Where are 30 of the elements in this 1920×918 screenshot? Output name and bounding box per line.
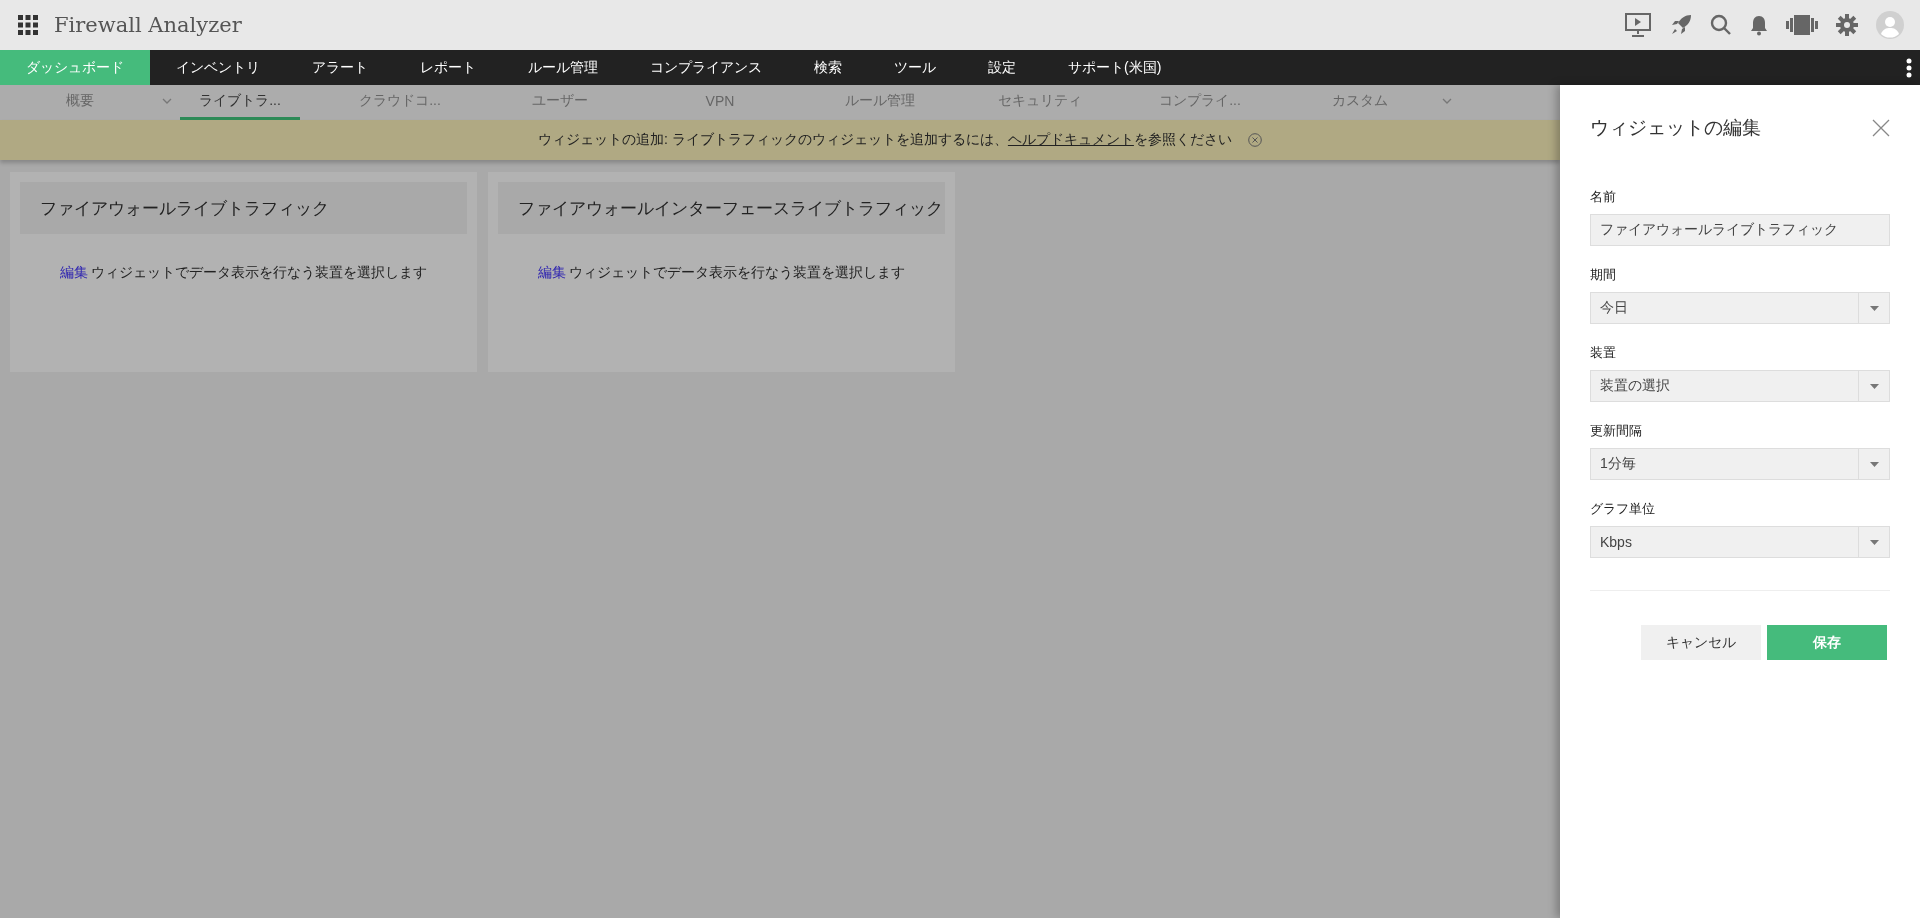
dropdown-field[interactable]: 1分毎 [1590, 448, 1890, 480]
field-label: 更新間隔 [1590, 422, 1642, 440]
nav-tab[interactable]: レポート [394, 50, 502, 85]
nav-tab[interactable]: アラート [286, 50, 394, 85]
input-field[interactable]: ファイアウォールライブトラフィック [1590, 214, 1890, 246]
nav-tab[interactable]: コンプライアンス [624, 50, 788, 85]
nav-tab[interactable]: サポート(米国) [1042, 50, 1188, 85]
nav-tab[interactable]: ツール [868, 50, 962, 85]
field-label: 装置 [1590, 344, 1616, 362]
edit-link[interactable]: 編集 [59, 264, 88, 280]
nav-tab[interactable]: インベントリ [150, 50, 286, 85]
widget-title: ファイアウォールライブトラフィック [20, 182, 467, 234]
field-label: 期間 [1590, 266, 1616, 284]
cancel-button[interactable]: キャンセル [1641, 625, 1761, 660]
dropdown-field[interactable]: 今日 [1590, 292, 1890, 324]
nav-tab[interactable]: 検索 [788, 50, 868, 85]
app-title: Firewall Analyzer [54, 13, 242, 37]
dropdown-field[interactable]: Kbps [1590, 526, 1890, 558]
nav-tab[interactable]: ルール管理 [502, 50, 624, 85]
edit-link[interactable]: 編集 [537, 264, 566, 280]
widget-title: ファイアウォールインターフェースライブトラフィック [498, 182, 945, 234]
dropdown-field[interactable]: 装置の選択 [1590, 370, 1890, 402]
banner-message: ウィジェットの追加: ライブトラフィックのウィジェットを追加するには、ヘルプドキュメント を参照ください [538, 131, 1232, 149]
widget-message: 編集 ウィジェットでデータ表示を行なう装置を選択します [537, 264, 906, 280]
field-label: 名前 [1590, 188, 1616, 206]
field-label: グラフ単位 [1590, 500, 1655, 518]
help-link[interactable]: ヘルプドキュメント [1007, 131, 1134, 147]
nav-tab[interactable]: 設定 [962, 50, 1042, 85]
widget-message: 編集 ウィジェットでデータ表示を行なう装置を選択します [59, 264, 428, 280]
panel-title: ウィジェットの編集 [1590, 116, 1761, 140]
